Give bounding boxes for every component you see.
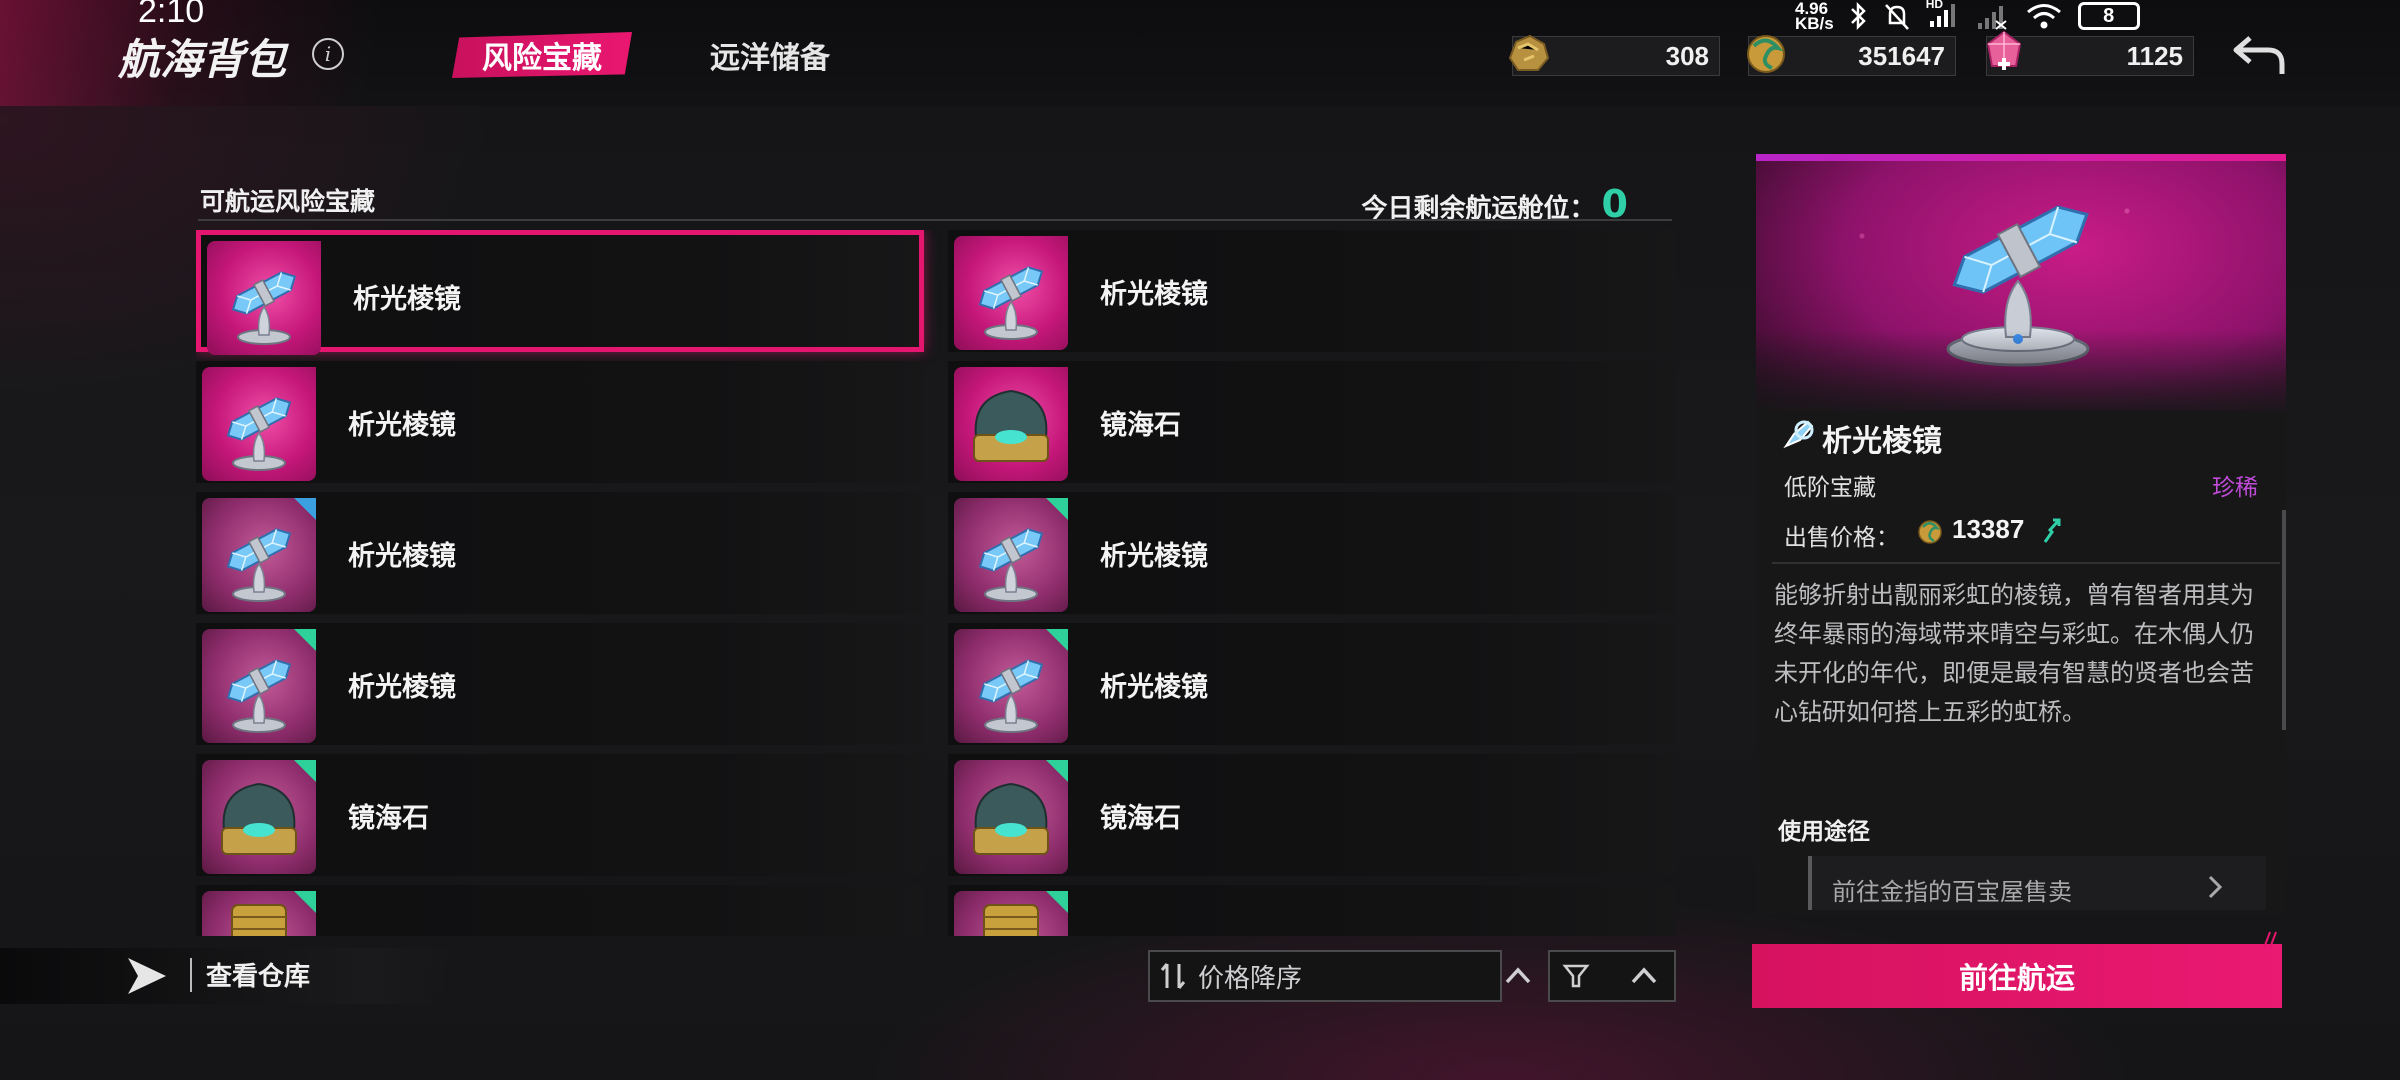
treasure-item-name: 析光棱镜: [348, 409, 456, 441]
prism-icon: [978, 659, 1044, 733]
view-warehouse-label: 查看仓库: [206, 962, 311, 992]
treasure-thumbnail: [954, 367, 1068, 481]
send-arrow-icon: [128, 958, 166, 994]
currency-crystal-value: 1125: [2126, 40, 2183, 71]
treasure-item-name: 镜海石: [1100, 802, 1181, 834]
list-header: 可航运风险宝藏: [200, 187, 376, 216]
filter-chevron-up-icon: [1631, 967, 1657, 984]
detail-scrollbar[interactable]: [2282, 510, 2286, 730]
detail-divider: [1772, 562, 2280, 564]
treasure-thumbnail: [202, 498, 316, 612]
treasure-thumbnail: [954, 498, 1068, 612]
treasure-item[interactable]: [948, 885, 1676, 936]
shell-gem-icon: [973, 389, 1049, 462]
treasure-item-name: 镜海石: [1100, 409, 1181, 441]
treasure-item-name: 析光棱镜: [1100, 671, 1208, 703]
tab-ocean-reserve[interactable]: 远洋储备: [700, 32, 840, 78]
prism-icon: [226, 528, 292, 602]
battery-indicator: 8: [2077, 2, 2140, 30]
treasure-item-name: 析光棱镜: [353, 283, 461, 315]
prism-icon: [978, 266, 1044, 340]
item-category-icon: [1783, 420, 1814, 449]
price-trend-up-icon: [2043, 518, 2061, 543]
treasure-item[interactable]: 析光棱镜: [196, 492, 924, 614]
mute-bell-icon: [1884, 4, 1909, 30]
detail-rarity-bar: [1756, 154, 2286, 161]
detail-item-type: 低阶宝藏: [1784, 475, 1876, 501]
signal-bars-empty-icon: [1977, 6, 2007, 30]
gold-cylinder-icon: [983, 904, 1039, 936]
wifi-icon: [2026, 4, 2061, 29]
status-icons: 4.96 KB/s HD 8: [1795, 0, 2140, 32]
treasure-item[interactable]: 镜海石: [948, 361, 1676, 483]
currency-ore-value: 308: [1665, 40, 1709, 71]
filter-icon: [1562, 964, 1590, 988]
treasure-thumbnail: [207, 241, 321, 355]
sort-label: 价格降序: [1198, 964, 1303, 994]
bluetooth-icon: [1850, 1, 1866, 31]
treasure-thumbnail: [202, 367, 316, 481]
page-title: 航海背包: [118, 35, 287, 84]
treasure-item-name: 析光棱镜: [1100, 540, 1208, 572]
treasure-item[interactable]: 镜海石: [948, 754, 1676, 876]
ore-icon: [1508, 34, 1550, 71]
treasure-item[interactable]: 析光棱镜: [948, 623, 1676, 745]
treasure-item-name: 镜海石: [348, 802, 429, 834]
treasure-thumbnail: [202, 760, 316, 874]
back-arrow-icon[interactable]: [2228, 30, 2288, 80]
prism-icon: [226, 659, 292, 733]
usage-title: 使用途径: [1778, 819, 1870, 845]
gold-cylinder-icon: [231, 904, 287, 936]
treasure-item[interactable]: 析光棱镜: [948, 230, 1676, 352]
sort-chevron-up-icon: [1505, 967, 1531, 984]
treasure-item[interactable]: 镜海石: [196, 754, 924, 876]
treasure-thumbnail: [954, 760, 1068, 874]
treasure-thumbnail: [202, 629, 316, 743]
treasure-item-name: 析光棱镜: [348, 671, 456, 703]
prism-icon: [978, 528, 1044, 602]
detail-image-fade: [1756, 330, 2286, 420]
treasure-thumbnail: [954, 891, 1068, 936]
currency-gold-value: 351647: [1858, 40, 1945, 71]
treasure-item[interactable]: [196, 885, 924, 936]
go-shipping-button[interactable]: 前往航运: [1752, 944, 2282, 1008]
button-slash-decoration: [2263, 931, 2277, 949]
tab-risk-treasure[interactable]: 风险宝藏: [452, 32, 632, 78]
sort-icon: [1160, 963, 1186, 989]
usage-shop-label: 前往金指的百宝屋售卖: [1832, 878, 2072, 906]
warehouse-separator: [190, 958, 192, 992]
treasure-thumbnail: [954, 629, 1068, 743]
treasure-thumbnail: [954, 236, 1068, 350]
shell-gem-icon: [973, 782, 1049, 855]
treasure-list[interactable]: 析光棱镜 析光棱镜 析光棱镜 镜海石 析光棱镜 析光棱镜 析光棱镜 析光棱镜 镜海石 镜海石: [196, 230, 1676, 936]
treasure-item[interactable]: 析光棱镜: [196, 230, 924, 355]
detail-item-rarity: 珍稀: [2212, 475, 2258, 501]
treasure-item[interactable]: 析光棱镜: [196, 623, 924, 745]
pink-crystal-icon[interactable]: [1980, 28, 2028, 76]
price-label: 出售价格：: [1784, 525, 1899, 551]
treasure-item-name: 析光棱镜: [1100, 278, 1208, 310]
detail-item-name: 析光棱镜: [1822, 424, 1942, 459]
treasure-item[interactable]: 析光棱镜: [196, 361, 924, 483]
detail-description: 能够折射出靓丽彩虹的棱镜，曾有智者用其为终年暴雨的海域带来晴空与彩虹。在木偶人仍…: [1774, 581, 2254, 726]
treasure-item[interactable]: 析光棱镜: [948, 492, 1676, 614]
prism-icon: [226, 397, 292, 471]
coin-dragon-icon: [1747, 35, 1785, 73]
list-header-divider: [198, 219, 1672, 221]
info-icon[interactable]: i: [312, 38, 344, 70]
treasure-item-name: 析光棱镜: [348, 540, 456, 572]
coin-dragon-icon: [1918, 520, 1942, 544]
cell-signal-1: HD: [1926, 0, 1960, 34]
treasure-thumbnail: [202, 891, 316, 936]
price-value: 13387: [1952, 514, 2025, 544]
chevron-right-icon: [2208, 875, 2223, 899]
prism-icon: [231, 271, 297, 345]
shell-gem-icon: [221, 782, 297, 855]
net-speed: 4.96 KB/s: [1795, 0, 1834, 33]
